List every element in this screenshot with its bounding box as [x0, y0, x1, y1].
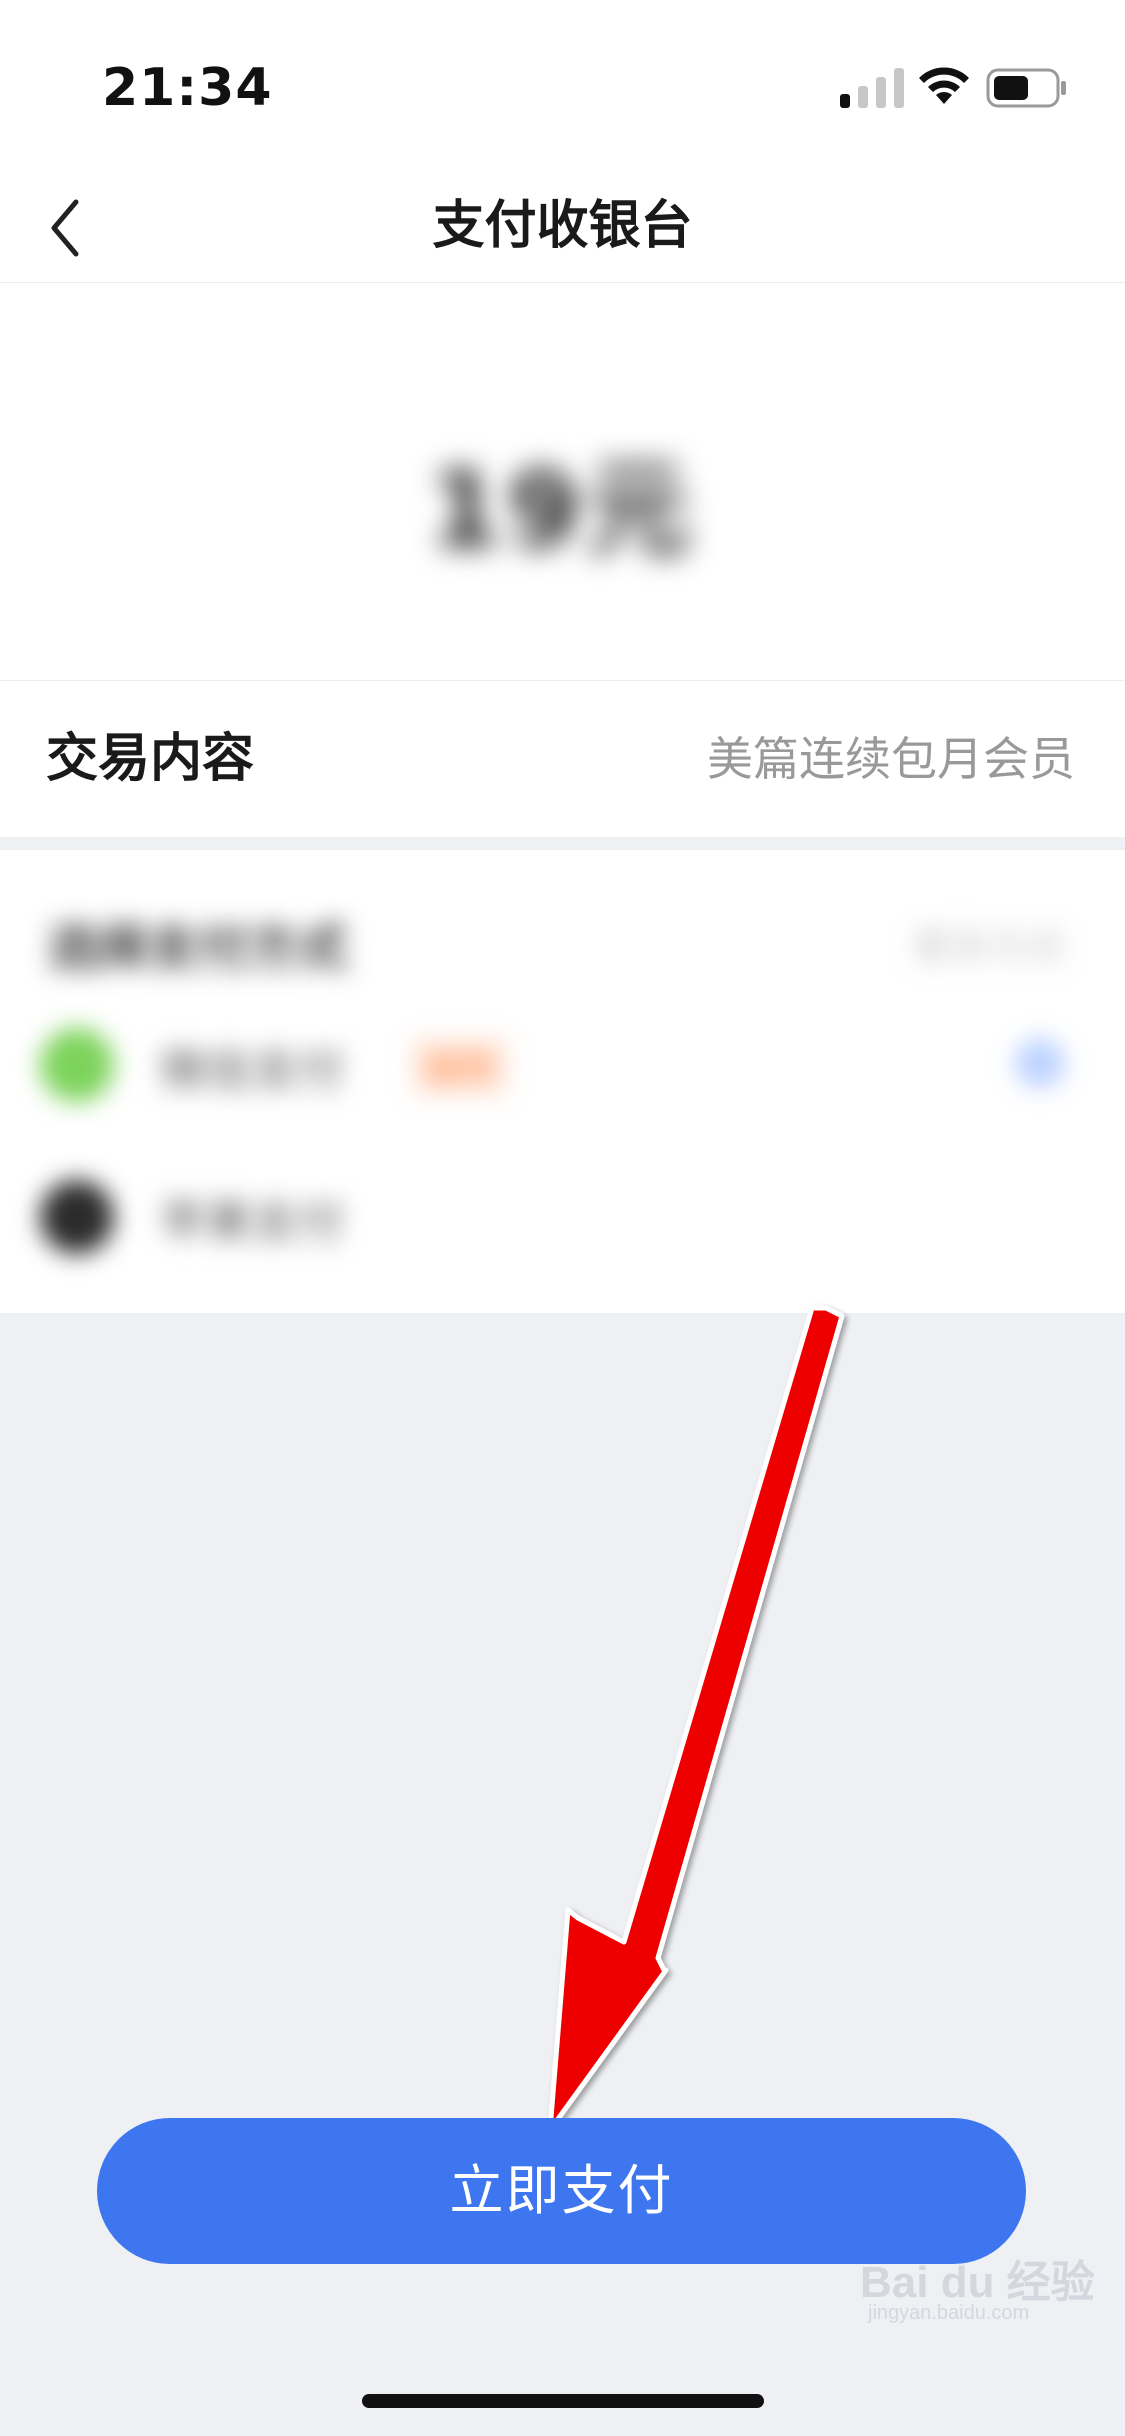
payment-amount: 19元 [429, 449, 696, 571]
status-bar: 21:34 [0, 0, 1125, 170]
payment-method-section: 选择支付方式 更多方式 微信支付 推荐 苹果支付 [0, 850, 1125, 1313]
payment-method-title: 选择支付方式 [48, 919, 348, 977]
wechat-pay-icon [40, 1028, 114, 1102]
payment-method-hint[interactable]: 更多方式 [913, 916, 1065, 971]
payment-method-name: 苹果支付 [160, 1195, 344, 1249]
payment-method-item-apple[interactable]: 苹果支付 [0, 1150, 1125, 1270]
trade-content-value: 美篇连续包月会员 [707, 732, 1075, 786]
status-time: 21:34 [102, 58, 273, 118]
nav-bar: 支付收银台 [0, 170, 1125, 283]
battery-icon [986, 68, 1066, 108]
trade-content-label: 交易内容 [46, 729, 255, 789]
watermark-sub: jingyan.baidu.com [868, 2302, 1030, 2324]
payment-method-name: 微信支付 [160, 1043, 344, 1097]
wifi-icon [919, 67, 969, 104]
payment-method-blurred-content: 选择支付方式 更多方式 微信支付 推荐 苹果支付 [0, 850, 1125, 1313]
selected-check-icon[interactable] [1015, 1038, 1065, 1088]
payment-method-tag: 推荐 [412, 1038, 508, 1095]
baidu-jingyan-watermark: Bai du 经验 jingyan.baidu.com [860, 2228, 1095, 2328]
trade-content-row: 交易内容 美篇连续包月会员 [0, 681, 1125, 837]
page-title: 支付收银台 [432, 196, 693, 256]
watermark-text: Bai du 经验 [860, 2258, 1095, 2307]
checkout-screen: 21:34 支付收银台 19元 交易内容 美篇连续包月会员 选择支付方式 更多方… [0, 0, 1125, 2436]
amount-section: 19元 [0, 283, 1125, 681]
cellular-signal-icon [840, 68, 904, 108]
home-indicator[interactable] [362, 2394, 764, 2408]
apple-pay-icon [40, 1180, 114, 1254]
annotation-arrow-icon [547, 1305, 845, 2133]
payment-method-item-wechat[interactable]: 微信支付 推荐 [0, 998, 1125, 1118]
